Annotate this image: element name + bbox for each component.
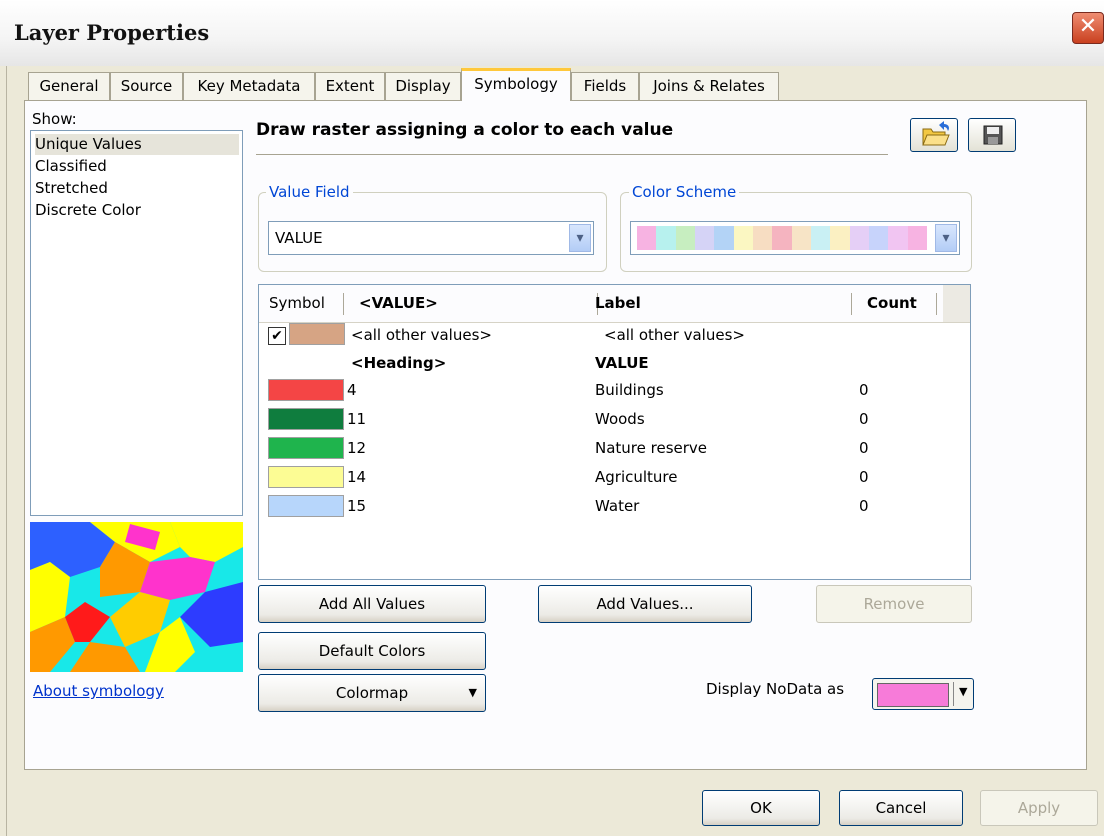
default-colors-button[interactable]: Default Colors xyxy=(258,632,486,670)
col-header-count[interactable]: Count xyxy=(867,285,917,322)
col-header-symbol[interactable]: Symbol xyxy=(269,285,325,322)
heading-label: VALUE xyxy=(595,354,649,372)
symbol-swatch[interactable] xyxy=(268,379,344,401)
col-header-value[interactable]: <VALUE> xyxy=(359,285,438,322)
symbol-swatch[interactable] xyxy=(268,437,344,459)
picker-divider xyxy=(953,682,954,706)
close-button[interactable]: ✕ xyxy=(1072,12,1104,44)
save-button[interactable] xyxy=(968,118,1016,152)
row-value: 4 xyxy=(347,381,357,399)
color-ramp-stop xyxy=(694,226,715,250)
nodata-color-swatch xyxy=(877,683,949,707)
remove-button[interactable]: Remove xyxy=(816,585,972,623)
row-label: Woods xyxy=(595,410,645,428)
show-item-unique-values[interactable]: Unique Values xyxy=(35,134,239,155)
color-ramp-stop xyxy=(849,226,869,250)
column-divider xyxy=(343,293,344,315)
check-icon: ✔ xyxy=(271,328,283,344)
all-other-values-checkbox[interactable]: ✔ xyxy=(268,327,286,345)
show-label: Show: xyxy=(32,110,77,128)
all-other-values-label: <all other values> xyxy=(604,326,745,344)
tab-fields[interactable]: Fields xyxy=(571,72,639,100)
row-value: 14 xyxy=(347,468,367,486)
symbol-swatch[interactable] xyxy=(268,495,344,517)
value-field-value: VALUE xyxy=(275,229,323,247)
row-count: 0 xyxy=(859,468,869,486)
row-value: 12 xyxy=(347,439,367,457)
tab-extent[interactable]: Extent xyxy=(315,72,385,100)
color-ramp-stop xyxy=(714,226,734,250)
color-ramp-stop xyxy=(675,226,695,250)
tab-general[interactable]: General xyxy=(28,72,110,100)
raster-preview-image xyxy=(30,522,243,672)
column-divider xyxy=(936,293,937,315)
all-other-values-swatch[interactable] xyxy=(289,323,345,345)
row-label: Agriculture xyxy=(595,468,678,486)
chevron-down-icon[interactable]: ▾ xyxy=(935,224,957,252)
value-field-select[interactable]: VALUE ▾ xyxy=(268,221,594,255)
row-label: Water xyxy=(595,497,640,515)
color-ramp-stop xyxy=(772,226,792,250)
chevron-down-icon[interactable]: ▾ xyxy=(569,224,591,252)
symbol-table[interactable]: Symbol <VALUE> Label Count ✔ <all other … xyxy=(258,284,971,580)
color-ramp-stop xyxy=(791,226,811,250)
color-ramp-stop xyxy=(907,226,927,250)
color-ramp-stop xyxy=(868,226,889,250)
color-ramp-stop xyxy=(830,226,850,250)
dropdown-arrow-icon: ▼ xyxy=(468,686,477,699)
apply-button[interactable]: Apply xyxy=(980,790,1098,826)
window-frame xyxy=(0,66,7,836)
color-scheme-select[interactable]: ▾ xyxy=(630,221,960,255)
floppy-disk-icon xyxy=(983,125,1003,145)
symbol-swatch[interactable] xyxy=(268,466,344,488)
color-ramp-stop xyxy=(733,226,753,250)
show-item-discrete-color[interactable]: Discrete Color xyxy=(35,200,239,221)
value-field-legend: Value Field xyxy=(266,183,353,201)
row-count: 0 xyxy=(859,410,869,428)
color-ramp-stop xyxy=(810,226,831,250)
renderer-description: Draw raster assigning a color to each va… xyxy=(256,120,888,155)
nodata-color-picker[interactable]: ▼ xyxy=(872,678,974,710)
row-value: 15 xyxy=(347,497,367,515)
col-header-label[interactable]: Label xyxy=(595,285,641,322)
heading-value: <Heading> xyxy=(351,354,447,372)
tab-source[interactable]: Source xyxy=(110,72,183,100)
scroll-header xyxy=(943,285,970,322)
row-count: 0 xyxy=(859,497,869,515)
row-label: Buildings xyxy=(595,381,664,399)
tab-display[interactable]: Display xyxy=(385,72,461,100)
show-list[interactable]: Unique Values Classified Stretched Discr… xyxy=(30,130,243,516)
row-count: 0 xyxy=(859,381,869,399)
open-file-button[interactable] xyxy=(910,118,958,152)
cancel-button[interactable]: Cancel xyxy=(839,790,963,826)
window-title: Layer Properties xyxy=(14,20,210,45)
show-item-classified[interactable]: Classified xyxy=(35,156,239,177)
close-icon: ✕ xyxy=(1078,14,1098,39)
row-label: Nature reserve xyxy=(595,439,708,457)
tab-joins-relates[interactable]: Joins & Relates xyxy=(639,72,779,100)
add-all-values-button[interactable]: Add All Values xyxy=(258,585,486,623)
folder-open-icon xyxy=(922,121,950,146)
symbol-swatch[interactable] xyxy=(268,408,344,430)
show-item-stretched[interactable]: Stretched xyxy=(35,178,239,199)
ok-button[interactable]: OK xyxy=(702,790,820,826)
color-scheme-legend: Color Scheme xyxy=(629,183,740,201)
tab-symbology[interactable]: Symbology xyxy=(461,68,571,101)
color-ramp-stop xyxy=(888,226,908,250)
add-values-button[interactable]: Add Values... xyxy=(538,585,752,623)
colormap-label: Colormap xyxy=(335,684,409,702)
about-symbology-link[interactable]: About symbology xyxy=(33,682,164,700)
row-count: 0 xyxy=(859,439,869,457)
color-ramp-stop xyxy=(637,226,657,250)
row-value: 11 xyxy=(347,410,367,428)
colormap-button[interactable]: Colormap ▼ xyxy=(258,674,486,712)
column-divider xyxy=(851,293,852,315)
color-ramp-stop xyxy=(656,226,676,250)
dropdown-arrow-icon: ▼ xyxy=(959,685,968,698)
color-ramp xyxy=(637,226,927,250)
all-other-values-value: <all other values> xyxy=(351,326,492,344)
color-ramp-stop xyxy=(752,226,773,250)
nodata-label: Display NoData as xyxy=(706,680,845,698)
tab-key-metadata[interactable]: Key Metadata xyxy=(183,72,315,100)
